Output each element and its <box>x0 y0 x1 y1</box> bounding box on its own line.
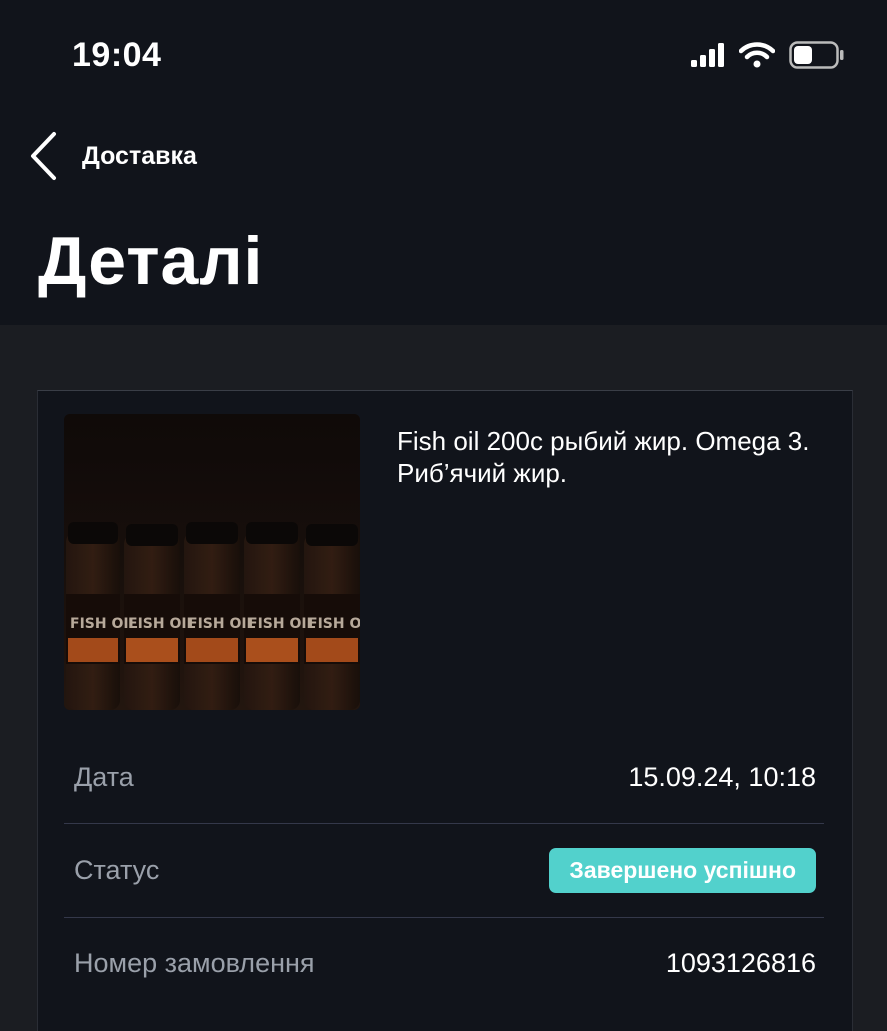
order-number-value: 1093126816 <box>665 947 816 978</box>
status-icons <box>691 40 845 74</box>
order-number-label: Номер замовлення <box>74 947 315 978</box>
product-photo: FISH OIL FISH OIL FISH OIL FISH OIL FISH… <box>64 414 360 710</box>
date-label: Дата <box>74 761 134 792</box>
header: 19:04 Доставка Деталі <box>0 0 887 325</box>
status-time: 19:04 <box>72 36 162 74</box>
detail-row-date: Дата 15.09.24, 10:18 <box>64 731 824 823</box>
page-title: Деталі <box>38 223 264 299</box>
product-image[interactable]: FISH OIL FISH OIL FISH OIL FISH OIL FISH… <box>64 414 360 710</box>
signal-icon <box>691 42 725 72</box>
status-bar: 19:04 <box>0 0 887 110</box>
date-value: 15.09.24, 10:18 <box>628 761 816 792</box>
chevron-left-icon <box>28 131 58 181</box>
product-title[interactable]: Fish oil 200c рыбий жир. Omega 3. Риб’яч… <box>397 425 817 489</box>
battery-icon <box>789 40 845 74</box>
detail-row-order-number: Номер замовлення 1093126816 <box>64 917 824 1009</box>
wifi-icon <box>738 41 776 73</box>
back-label: Доставка <box>82 141 197 170</box>
status-label: Статус <box>74 854 160 885</box>
detail-row-status: Статус Завершено успішно <box>64 824 824 916</box>
back-button[interactable]: Доставка <box>28 128 197 184</box>
order-card: FISH OIL FISH OIL FISH OIL FISH OIL FISH… <box>37 390 853 1031</box>
status-badge: Завершено успішно <box>549 847 816 893</box>
